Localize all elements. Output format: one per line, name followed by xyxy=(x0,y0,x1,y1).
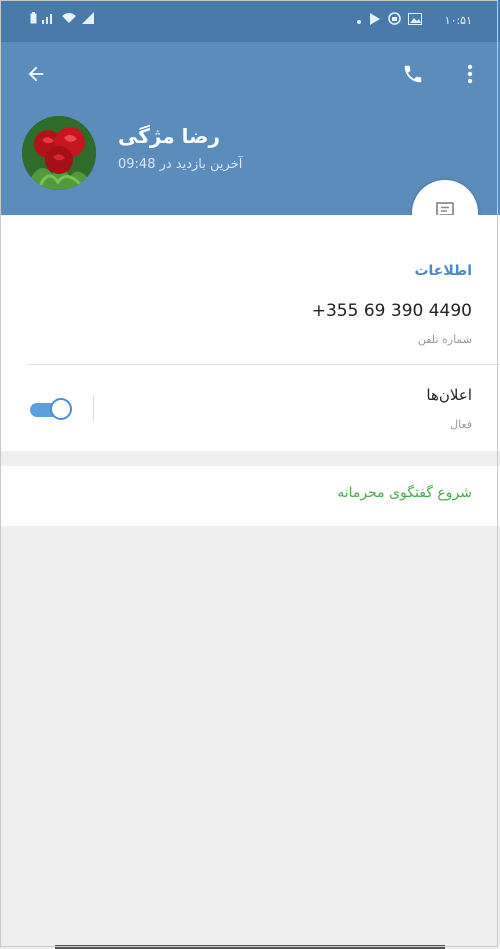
contact-name: رضا مژگی xyxy=(118,124,221,148)
section-title-info: اطلاعات xyxy=(414,263,472,279)
back-button[interactable] xyxy=(18,58,54,94)
vpn-icon xyxy=(387,12,401,29)
arrow-left-icon xyxy=(25,63,47,89)
phone-number: +355 69 390 4490 xyxy=(311,301,472,321)
phone-icon xyxy=(402,63,424,89)
notifications-title: اعلان‌ها xyxy=(426,386,472,404)
more-vertical-icon xyxy=(467,64,473,88)
divider xyxy=(26,364,500,365)
play-store-icon xyxy=(369,12,381,29)
image-icon xyxy=(407,12,422,29)
signal-bars-icon xyxy=(42,12,56,28)
info-section: اطلاعات +355 69 390 4490 شماره تلفن اعلا… xyxy=(0,215,500,451)
contact-profile-screen: ۱۰:۵۱ رضا مژگی آخرین بازدید در 09:48 اطل… xyxy=(0,0,500,949)
signal-icon xyxy=(82,12,96,28)
call-button[interactable] xyxy=(395,58,431,94)
status-left-icons xyxy=(30,12,96,28)
start-secret-chat-button[interactable]: شروع گفتگوی محرمانه xyxy=(0,466,500,526)
wifi-icon xyxy=(61,12,77,28)
phone-label: شماره تلفن xyxy=(417,333,472,346)
dot-icon xyxy=(356,13,362,29)
more-options-button[interactable] xyxy=(452,58,488,94)
roses-image xyxy=(22,116,96,190)
notifications-status: فعال xyxy=(450,418,472,431)
toggle-knob xyxy=(50,398,72,420)
home-indicator xyxy=(55,945,445,949)
status-bar: ۱۰:۵۱ xyxy=(0,0,500,42)
secret-chat-label: شروع گفتگوی محرمانه xyxy=(337,485,472,501)
avatar[interactable] xyxy=(22,116,96,190)
status-time: ۱۰:۵۱ xyxy=(444,14,472,27)
status-right-icons: ۱۰:۵۱ xyxy=(356,12,472,29)
last-seen-status: آخرین بازدید در 09:48 xyxy=(118,157,243,172)
notifications-toggle[interactable] xyxy=(30,398,74,420)
vertical-separator xyxy=(93,396,94,422)
battery-icon xyxy=(30,12,37,28)
